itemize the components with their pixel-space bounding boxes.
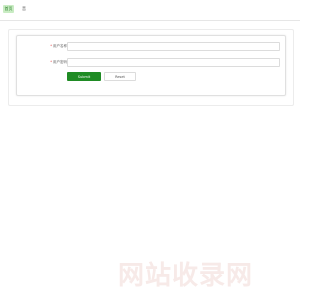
nav-item-home[interactable]: 首页	[3, 5, 14, 13]
submit-button[interactable]: Submit	[67, 72, 101, 81]
reset-button[interactable]: Reset	[104, 72, 136, 81]
required-mark: *	[50, 60, 52, 64]
password-label-text: 用户密码	[53, 60, 67, 64]
username-label: *用户名称	[27, 44, 67, 49]
username-label-text: 用户名称	[53, 44, 67, 48]
password-input[interactable]	[67, 58, 280, 67]
form-card: *用户名称 *用户密码 Submit Reset	[16, 35, 286, 96]
password-label: *用户密码	[27, 60, 67, 65]
watermark-text: 网站收录网	[118, 261, 254, 291]
username-input[interactable]	[67, 42, 280, 51]
required-mark: *	[50, 44, 52, 48]
top-navigation-bar: 首页 音	[0, 0, 300, 21]
nav-item-secondary[interactable]: 音	[22, 6, 26, 12]
